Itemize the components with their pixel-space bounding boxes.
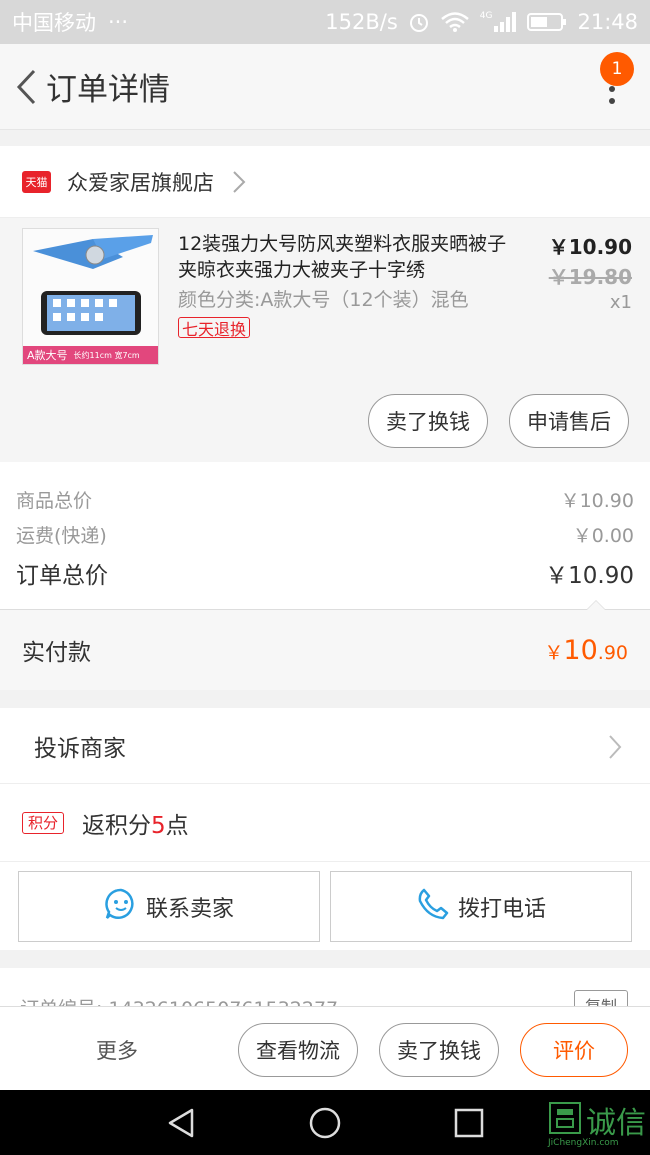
product-title[interactable]: 12装强力大号防风夹塑料衣服夹晒被子夹晾衣夹强力大被夹子十字绣 xyxy=(178,231,518,283)
points-number: 5 xyxy=(151,812,166,839)
network-speed: 152B/s xyxy=(325,10,398,34)
paid-row: 实付款 ￥10.90 xyxy=(0,600,650,690)
resell-bottom-button[interactable]: 卖了换钱 xyxy=(379,1023,499,1077)
thumb-label: A款大号 长约11cm 宽7cm xyxy=(23,346,158,364)
review-button[interactable]: 评价 xyxy=(520,1023,628,1077)
resell-button[interactable]: 卖了换钱 xyxy=(368,394,488,448)
original-price: ￥19.80 xyxy=(548,265,632,289)
signal-icon: 4G xyxy=(480,11,518,33)
carrier-name: 中国移动 xyxy=(12,11,96,35)
contact-area: 联系卖家 拨打电话 xyxy=(0,862,650,950)
caret-indicator xyxy=(586,600,606,610)
shipping-value: ￥0.00 xyxy=(572,525,634,547)
return-policy-tag: 七天退换 xyxy=(178,317,251,339)
call-button[interactable]: 拨打电话 xyxy=(330,871,632,942)
points-row: 积分 返积分5点 xyxy=(0,784,650,862)
clock: 21:48 xyxy=(577,10,638,34)
contact-seller-button[interactable]: 联系卖家 xyxy=(18,871,320,942)
contact-seller-label: 联系卖家 xyxy=(145,896,234,922)
paid-currency: ￥ xyxy=(544,641,564,664)
points-suffix: 点 xyxy=(165,812,189,839)
wifi-icon xyxy=(440,11,470,33)
paid-decimal: .90 xyxy=(597,641,628,664)
shipping-row: 运费(快递) ￥0.00 xyxy=(16,521,634,548)
price-summary: 商品总价 ￥10.90 运费(快递) ￥0.00 订单总价 ￥10.90 xyxy=(0,462,650,610)
after-sale-button[interactable]: 申请售后 xyxy=(509,394,629,448)
status-bar: 中国移动 ··· 152B/s 4G 21:48 xyxy=(0,0,650,44)
order-number-row: 订单编号: 1432610650761532277 复制 xyxy=(0,968,650,1008)
shipping-label: 运费(快递) xyxy=(16,525,107,547)
more-button[interactable]: 更多 xyxy=(96,1035,138,1065)
thumb-label-main: A款大号 xyxy=(27,349,68,362)
order-total-row: 订单总价 ￥10.90 xyxy=(16,556,634,590)
complain-label: 投诉商家 xyxy=(34,735,126,762)
view-logistics-button[interactable]: 查看物流 xyxy=(238,1023,358,1077)
battery-icon xyxy=(527,11,567,33)
points-tag: 积分 xyxy=(22,811,64,834)
product-spec: 颜色分类:A款大号（12个装）混色 xyxy=(178,289,469,311)
product-thumbnail[interactable]: A款大号 长约11cm 宽7cm xyxy=(22,228,159,365)
points-text: 返积分5点 xyxy=(82,806,189,840)
call-label: 拨打电话 xyxy=(457,896,546,922)
thumb-label-sub: 长约11cm 宽7cm xyxy=(73,350,140,360)
watermark-sub: JiChengXin.com xyxy=(548,1138,619,1148)
product-item[interactable]: A款大号 长约11cm 宽7cm 12装强力大号防风夹塑料衣服夹晒被子夹晾衣夹强… xyxy=(0,218,650,462)
clip-image-icon xyxy=(23,229,158,349)
bottom-action-bar: 更多 查看物流 卖了换钱 评价 xyxy=(0,1006,650,1090)
complain-merchant-row[interactable]: 投诉商家 xyxy=(0,708,650,784)
watermark: 诚信 JiChengXin.com xyxy=(548,1098,646,1148)
product-quantity: x1 xyxy=(609,292,632,313)
nav-home-icon[interactable] xyxy=(308,1106,342,1140)
chat-face-icon xyxy=(104,887,138,927)
nav-back-icon[interactable] xyxy=(164,1106,198,1140)
goods-total-row: 商品总价 ￥10.90 xyxy=(16,486,634,513)
alarm-icon xyxy=(408,11,430,33)
order-total-label: 订单总价 xyxy=(16,563,108,589)
watermark-logo-icon xyxy=(548,1101,582,1139)
points-prefix: 返积分 xyxy=(82,812,151,839)
paid-amount: ￥10.90 xyxy=(544,635,628,666)
goods-total-label: 商品总价 xyxy=(16,490,93,512)
goods-total-value: ￥10.90 xyxy=(560,490,634,512)
shop-name: 众爱家居旗舰店 xyxy=(67,170,214,195)
page-title: 订单详情 xyxy=(46,72,170,108)
paid-label: 实付款 xyxy=(22,640,91,666)
nav-recents-icon[interactable] xyxy=(452,1106,486,1140)
watermark-text: 诚信 xyxy=(586,1106,646,1141)
paid-integer: 10 xyxy=(563,634,598,666)
status-dots: ··· xyxy=(108,10,129,34)
nav-bar: 订单详情 1 xyxy=(0,44,650,130)
shop-row[interactable]: 天猫 众爱家居旗舰店 xyxy=(0,146,650,218)
chevron-right-icon xyxy=(232,170,246,194)
chevron-right-icon xyxy=(608,734,622,764)
order-total-value: ￥10.90 xyxy=(545,563,634,589)
back-arrow-icon[interactable] xyxy=(6,67,46,107)
notification-badge: 1 xyxy=(600,52,634,86)
system-nav-bar: 诚信 JiChengXin.com xyxy=(0,1090,650,1155)
tmall-icon: 天猫 xyxy=(22,170,51,193)
network-type: 4G xyxy=(479,11,493,21)
product-price: ￥10.90 xyxy=(548,235,632,259)
phone-icon xyxy=(416,887,450,927)
